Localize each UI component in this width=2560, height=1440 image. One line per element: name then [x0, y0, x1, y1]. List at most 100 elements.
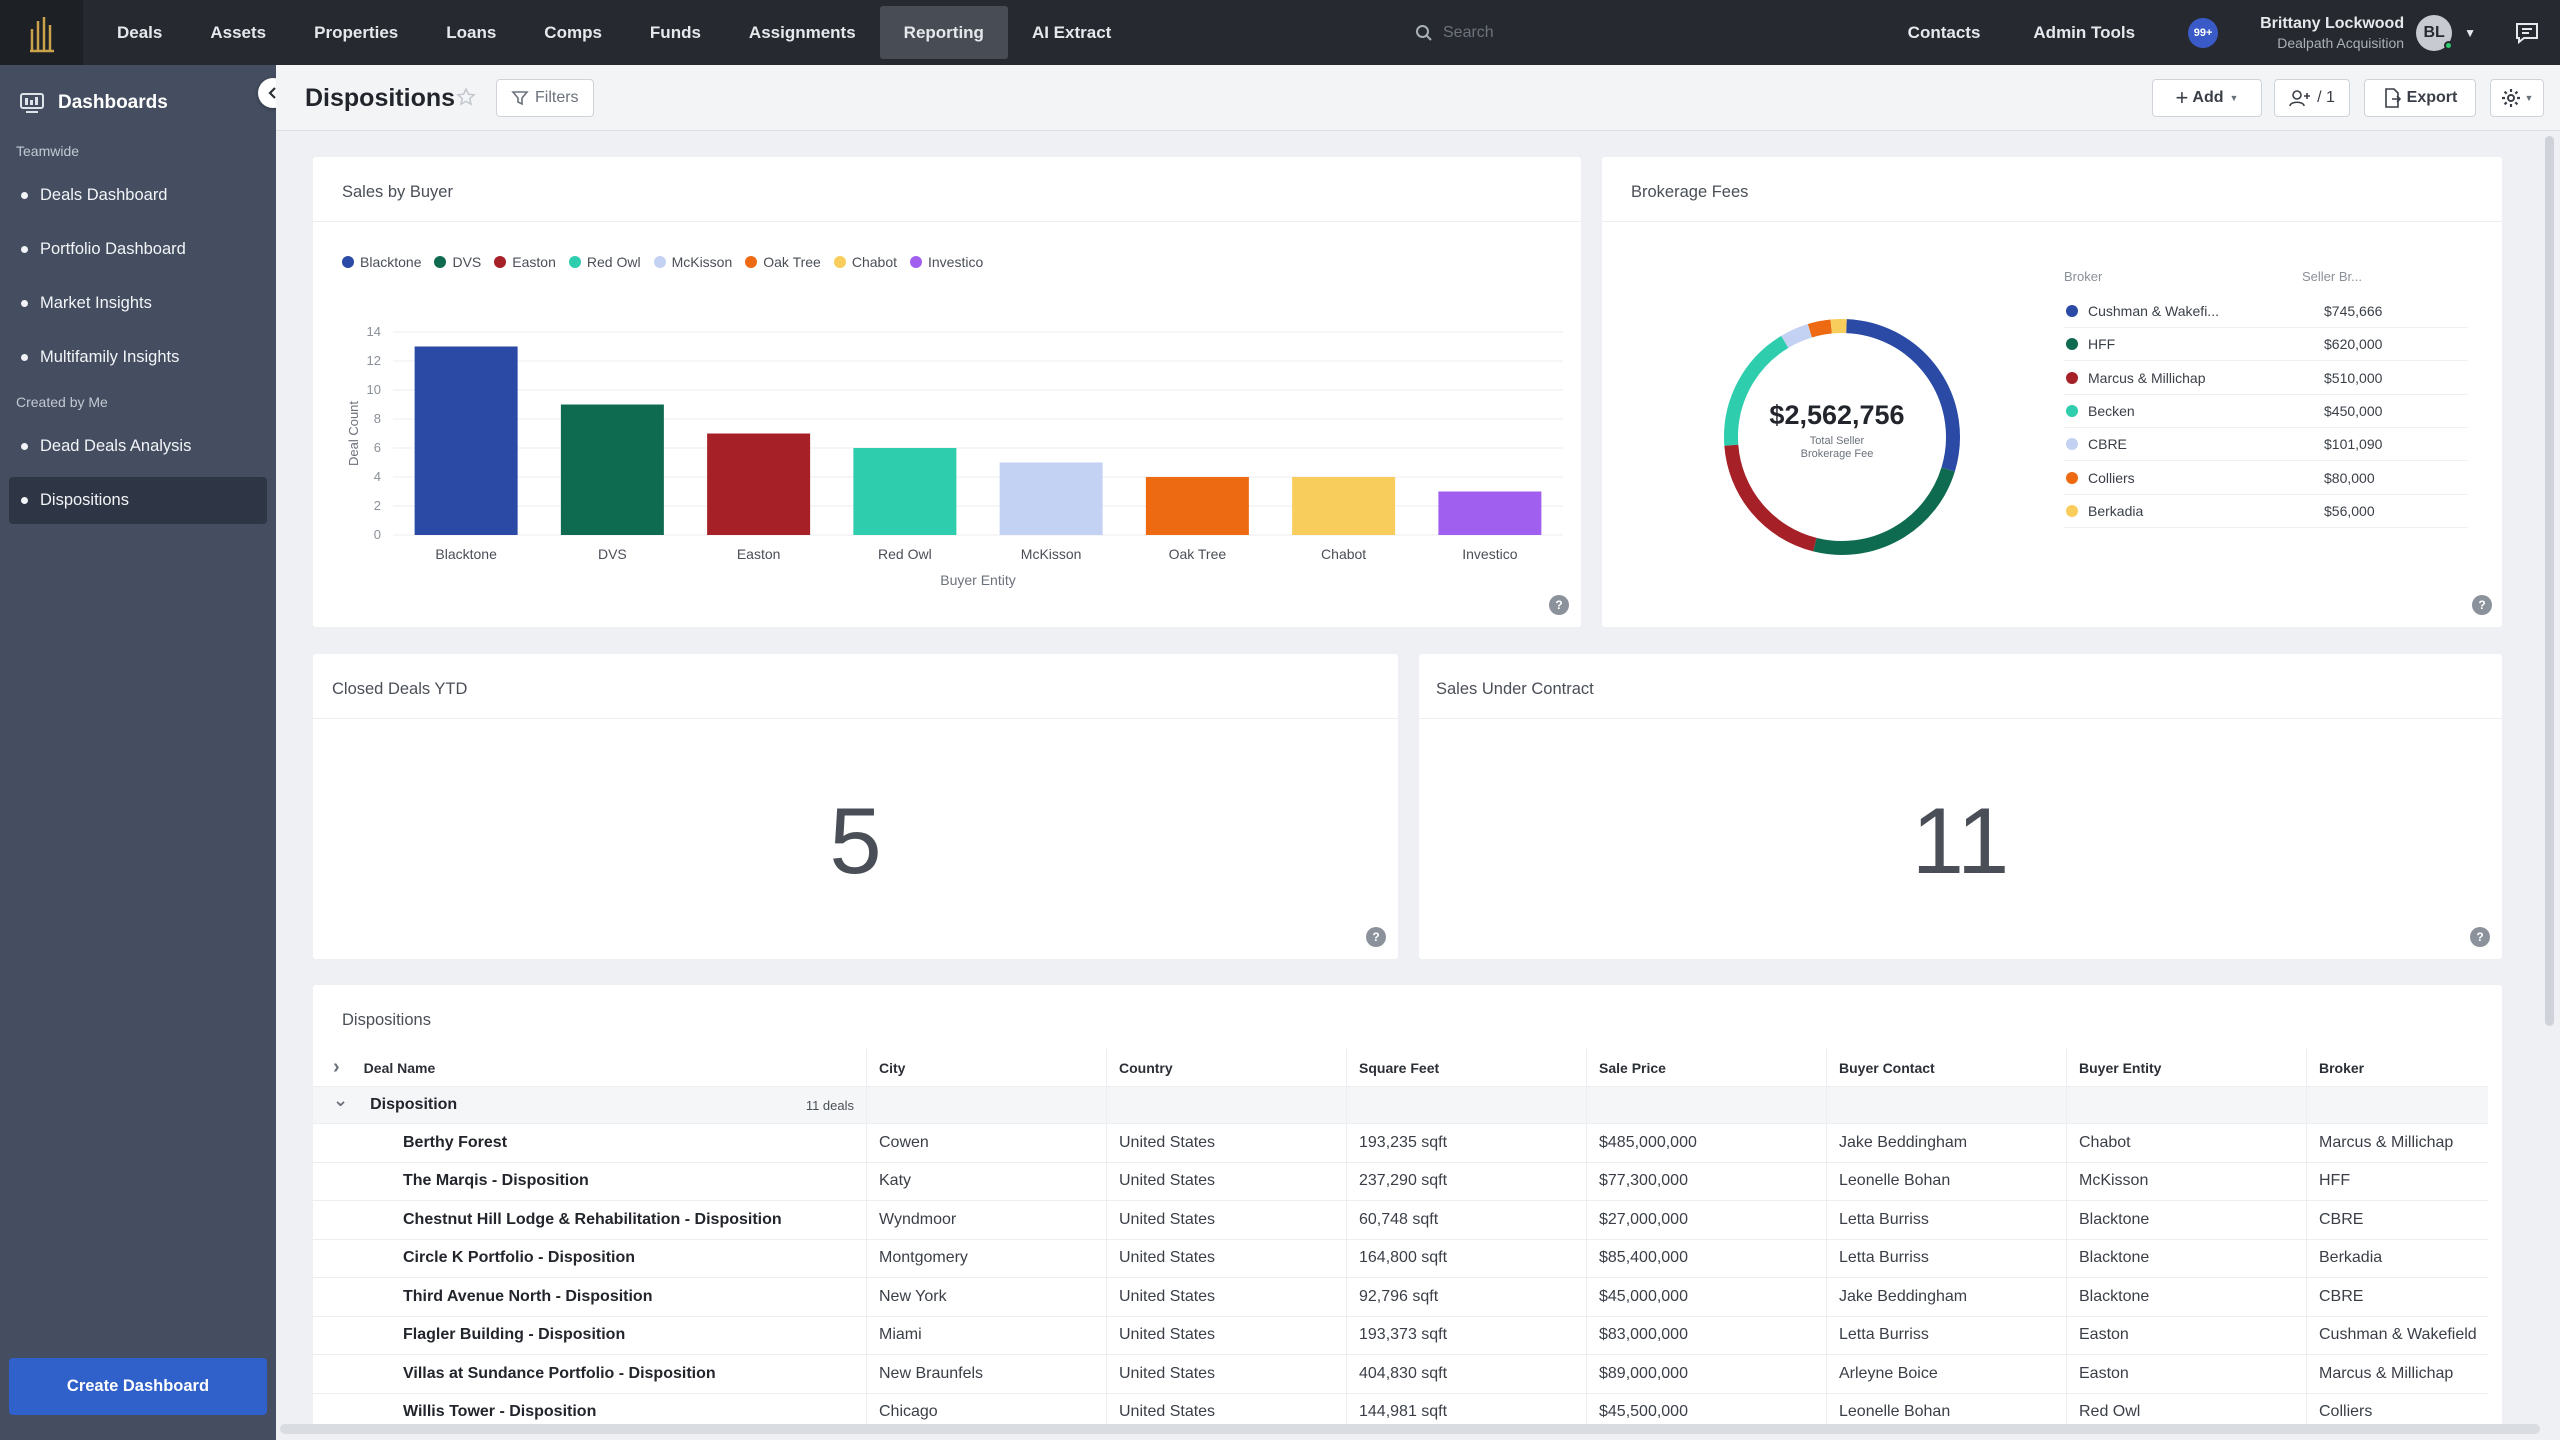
- column-header-buyer-entity[interactable]: Buyer Entity: [2067, 1049, 2307, 1086]
- table-row[interactable]: Chestnut Hill Lodge & Rehabilitation - D…: [313, 1201, 2488, 1240]
- chevron-down-icon[interactable]: ⌄: [333, 1090, 348, 1111]
- sidebar-item-portfolio-dashboard[interactable]: Portfolio Dashboard: [9, 226, 267, 273]
- broker-row[interactable]: Cushman & Wakefi... $745,666: [2064, 295, 2468, 328]
- nav-item-ai-extract[interactable]: AI Extract: [1008, 6, 1135, 59]
- settings-button[interactable]: ▼: [2490, 79, 2544, 117]
- sidebar-item-market-insights[interactable]: Market Insights: [9, 280, 267, 327]
- share-button[interactable]: / 1: [2274, 79, 2350, 117]
- deal-name-link[interactable]: Circle K Portfolio - Disposition: [313, 1239, 867, 1277]
- table-row[interactable]: Willis Tower - Disposition Chicago United …: [313, 1393, 2488, 1425]
- dealpath-logo[interactable]: [0, 0, 83, 65]
- broker-row[interactable]: Colliers $80,000: [2064, 462, 2468, 495]
- column-header-country[interactable]: Country: [1107, 1049, 1347, 1086]
- broker-row[interactable]: CBRE $101,090: [2064, 428, 2468, 462]
- legend-item-mckisson[interactable]: McKisson: [653, 254, 732, 270]
- legend-item-oak-tree[interactable]: Oak Tree: [745, 254, 821, 270]
- column-header-broker[interactable]: Broker: [2307, 1049, 2488, 1086]
- star-icon[interactable]: [456, 87, 476, 107]
- nav-item-properties[interactable]: Properties: [290, 6, 422, 59]
- legend-item-easton[interactable]: Easton: [494, 254, 556, 270]
- column-header-buyer-contact[interactable]: Buyer Contact: [1827, 1049, 2067, 1086]
- table-cell-buyer-contact: Leonelle Bohan: [1827, 1393, 2067, 1425]
- legend-item-chabot[interactable]: Chabot: [833, 254, 897, 270]
- avatar[interactable]: BL: [2416, 14, 2454, 51]
- donut-slice-cbre[interactable]: [1781, 324, 1813, 348]
- table-row[interactable]: The Marqis - Disposition Katy United State…: [313, 1162, 2488, 1201]
- legend-item-dvs[interactable]: DVS: [434, 254, 481, 270]
- sidebar-item-multifamily-insights[interactable]: Multifamily Insights: [9, 334, 267, 381]
- notifications-badge[interactable]: 99+: [2188, 17, 2219, 48]
- nav-item-assignments[interactable]: Assignments: [725, 6, 880, 59]
- broker-row[interactable]: HFF $620,000: [2064, 328, 2468, 362]
- bar-chabot: [1292, 477, 1396, 535]
- vertical-scrollbar[interactable]: [2545, 136, 2554, 1026]
- table-cell-buyer-contact: Leonelle Bohan: [1827, 1162, 2067, 1200]
- dispositions-table: › Deal Name City Country Square Feet Sale Pri…: [313, 1049, 2488, 1425]
- search-input[interactable]: [1443, 23, 1743, 42]
- table-cell-city: New York: [867, 1278, 1107, 1316]
- export-button[interactable]: Export: [2364, 79, 2476, 117]
- deal-name-link[interactable]: Chestnut Hill Lodge & Rehabilitation - D…: [313, 1201, 867, 1239]
- deal-name-link[interactable]: Willis Tower - Disposition: [313, 1393, 867, 1425]
- create-dashboard-button[interactable]: Create Dashboard: [9, 1358, 267, 1415]
- donut-slice-hff[interactable]: [1813, 467, 1955, 555]
- donut-center-label: $2,562,756 Total Seller Brokerage Fee: [1712, 400, 1962, 461]
- table-row[interactable]: Villas at Sundance Portfolio - Dispositi…: [313, 1355, 2488, 1394]
- info-icon[interactable]: ?: [2472, 595, 2492, 615]
- deal-name-link[interactable]: Flagler Building - Disposition: [313, 1316, 867, 1354]
- column-header-city[interactable]: City: [867, 1049, 1107, 1086]
- nav-item-comps[interactable]: Comps: [520, 6, 626, 59]
- sidebar-item-dispositions[interactable]: Dispositions: [9, 477, 267, 524]
- sidebar-item-dead-deals-analysis[interactable]: Dead Deals Analysis: [9, 423, 267, 470]
- table-row[interactable]: Third Avenue North - Disposition New York…: [313, 1278, 2488, 1317]
- nav-item-loans[interactable]: Loans: [422, 6, 520, 59]
- table-row[interactable]: Circle K Portfolio - Disposition Montgome…: [313, 1239, 2488, 1278]
- global-search[interactable]: [1415, 0, 1743, 65]
- contacts-link[interactable]: Contacts: [1908, 23, 1981, 43]
- table-cell-square-feet: 404,830 sqft: [1347, 1355, 1587, 1393]
- column-header-sale-price[interactable]: Sale Price: [1587, 1049, 1827, 1086]
- chat-icon[interactable]: [2514, 21, 2540, 45]
- fee-column-header: Seller Br...: [2302, 269, 2362, 284]
- info-icon[interactable]: ?: [1549, 595, 1569, 615]
- legend-item-blacktone[interactable]: Blacktone: [342, 254, 421, 270]
- column-header-deal-name[interactable]: › Deal Name: [313, 1049, 867, 1086]
- nav-item-assets[interactable]: Assets: [186, 6, 290, 59]
- deal-name-link[interactable]: The Marqis - Disposition: [313, 1162, 867, 1200]
- nav-item-funds[interactable]: Funds: [626, 6, 725, 59]
- chevron-right-icon[interactable]: ›: [333, 1056, 340, 1079]
- table-cell-buyer-entity: Blacktone: [2067, 1239, 2307, 1277]
- horizontal-scrollbar[interactable]: [280, 1424, 2540, 1434]
- legend-item-red-owl[interactable]: Red Owl: [568, 254, 641, 270]
- chevron-down-icon[interactable]: ▼: [2464, 26, 2476, 40]
- deal-name-link[interactable]: Third Avenue North - Disposition: [313, 1278, 867, 1316]
- table-cell-city: Miami: [867, 1316, 1107, 1354]
- info-icon[interactable]: ?: [2470, 927, 2490, 947]
- broker-name: Colliers: [2088, 469, 2135, 486]
- table-row[interactable]: Flagler Building - Disposition Miami Unite…: [313, 1316, 2488, 1355]
- deal-name-link[interactable]: Berthy Forest: [313, 1124, 867, 1162]
- broker-row[interactable]: Berkadia $56,000: [2064, 495, 2468, 528]
- donut-slice-colliers[interactable]: [1807, 319, 1833, 338]
- info-icon[interactable]: ?: [1366, 927, 1386, 947]
- column-header-square-feet[interactable]: Square Feet: [1347, 1049, 1587, 1086]
- nav-item-deals[interactable]: Deals: [93, 6, 186, 59]
- total-brokerage-fee: $2,562,756: [1769, 400, 1905, 430]
- donut-slice-berkadia[interactable]: [1830, 319, 1847, 334]
- deal-name-link[interactable]: Villas at Sundance Portfolio - Dispositi…: [313, 1355, 867, 1393]
- broker-row[interactable]: Becken $450,000: [2064, 395, 2468, 428]
- broker-row[interactable]: Marcus & Millichap $510,000: [2064, 362, 2468, 395]
- sidebar-item-label: Market Insights: [40, 294, 152, 312]
- filters-button[interactable]: Filters: [496, 79, 594, 117]
- sidebar-item-deals-dashboard[interactable]: Deals Dashboard: [9, 172, 267, 219]
- table-cell-broker: HFF: [2319, 1172, 2351, 1190]
- add-button[interactable]: + Add ▼: [2152, 79, 2262, 117]
- table-row[interactable]: Berthy Forest Cowen United States 193,235 s…: [313, 1124, 2488, 1163]
- legend-item-investico[interactable]: Investico: [910, 254, 983, 270]
- admin-tools-link[interactable]: Admin Tools: [2033, 23, 2135, 43]
- nav-item-reporting[interactable]: Reporting: [879, 6, 1008, 59]
- user-org: Dealpath Acquisition: [2277, 34, 2405, 51]
- user-info[interactable]: Brittany Lockwood Dealpath Acquisition: [2260, 14, 2404, 52]
- group-row[interactable]: ⌄ Disposition 11 deals: [313, 1087, 2488, 1124]
- top-nav: Deals Assets Properties Loans Comps Funds Assi…: [0, 0, 2560, 65]
